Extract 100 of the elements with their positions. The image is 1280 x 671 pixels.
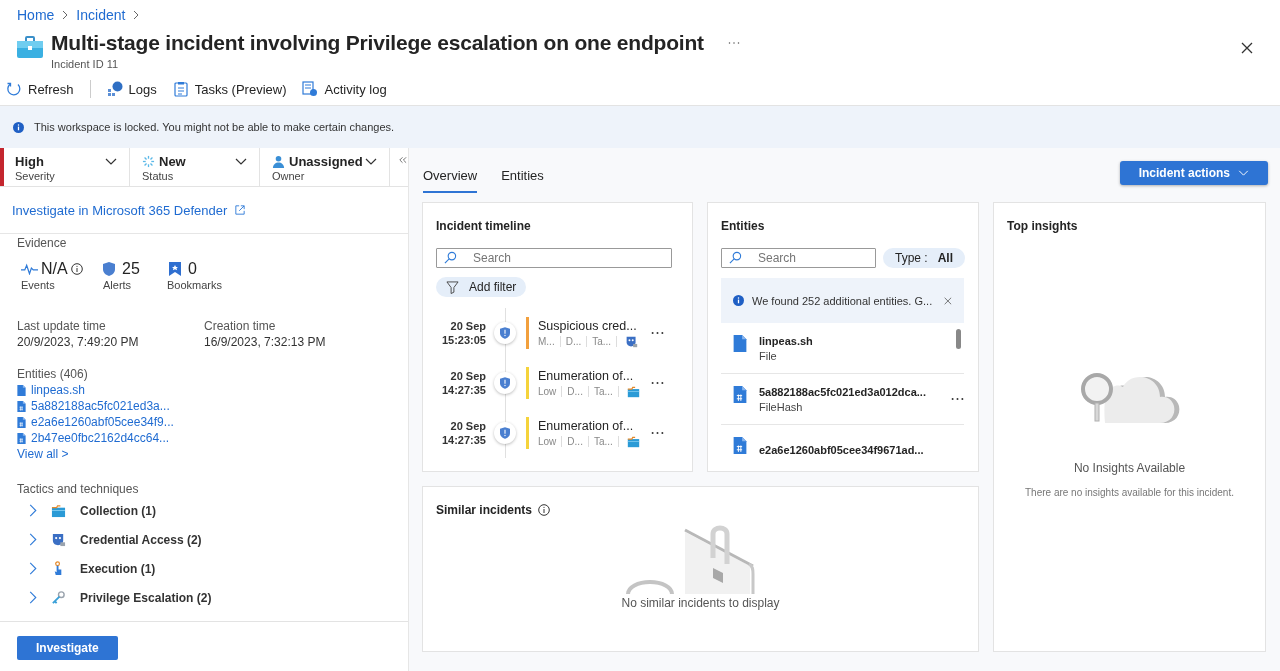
info-icon[interactable]	[538, 504, 551, 516]
entity-name[interactable]: 5a882188ac5fc021ed3a012dca...	[759, 385, 926, 398]
alert-date: 20 Sep	[450, 369, 486, 383]
time-label: Last update time	[17, 319, 107, 333]
tactic-label[interactable]: Collection (1)	[80, 503, 156, 518]
spinner-icon	[142, 155, 155, 168]
chevron-right-icon[interactable]	[29, 533, 37, 546]
chevron-right-icon[interactable]	[29, 562, 37, 575]
incident-actions-button[interactable]: Incident actions	[1119, 161, 1268, 185]
time-label: Creation time	[204, 319, 277, 333]
alert-meta: Ta...	[592, 335, 618, 347]
section-title: Tactics and techniques	[17, 482, 140, 496]
card-title: Entities	[721, 219, 766, 233]
clipboard-icon	[172, 81, 189, 97]
mask-icon	[51, 532, 66, 547]
scrollbar-thumb[interactable]	[956, 329, 961, 349]
shield-icon	[500, 327, 510, 339]
investigate-button[interactable]: Investigate	[17, 636, 118, 660]
chevron-down-icon	[1238, 170, 1249, 176]
search-field[interactable]: Search	[436, 248, 672, 268]
toolbar-button[interactable]: Tasks (Preview)	[172, 81, 287, 97]
filter-icon	[446, 280, 459, 294]
section-title: Evidence	[17, 236, 68, 250]
tab[interactable]: Overview	[423, 161, 478, 193]
empty-title: No similar incidents to display	[621, 596, 780, 610]
banner-text: We found 252 additional entities. G...	[752, 294, 933, 307]
person-icon	[272, 155, 285, 168]
search-field[interactable]: Search	[721, 248, 876, 268]
alert-title[interactable]: Enumeration of...	[538, 418, 643, 433]
shield-icon	[500, 377, 510, 389]
entity-name[interactable]: linpeas.sh	[759, 334, 813, 347]
tactic-label[interactable]: Privilege Escalation (2)	[80, 590, 212, 605]
tab[interactable]: Entities	[501, 161, 544, 193]
more-icon[interactable]	[651, 331, 664, 335]
breadcrumb-link[interactable]: Incident	[76, 7, 126, 23]
collapse-icon[interactable]	[398, 156, 407, 164]
entity-link[interactable]: linpeas.sh	[31, 383, 86, 397]
briefcase-icon	[17, 36, 43, 58]
toolbar-button[interactable]: Refresh	[6, 81, 74, 97]
more-icon[interactable]	[651, 431, 664, 435]
alert-time: 14:27:35	[441, 383, 486, 397]
chevron-right-icon[interactable]	[29, 591, 37, 604]
shield-icon	[500, 427, 510, 439]
alert-meta: Ta...	[593, 435, 619, 447]
dropdown-field[interactable]: High Severity	[0, 148, 130, 186]
chevron-down-icon	[235, 158, 247, 165]
entity-link[interactable]: 2b47ee0fbc2162d4cc64...	[31, 431, 170, 445]
toolbar-button[interactable]: Activity log	[302, 81, 387, 97]
stat-label: Bookmarks	[167, 279, 223, 291]
folder-icon	[51, 503, 66, 518]
info-icon[interactable]	[70, 263, 83, 275]
field-label: Severity	[15, 170, 56, 182]
logs-icon	[106, 81, 123, 97]
chevron-right-icon	[62, 10, 69, 20]
incident-id: Incident ID 11	[51, 58, 120, 70]
add-filter-button[interactable]: Add filter	[436, 277, 527, 297]
section-title: Entities (406)	[17, 367, 89, 381]
alert-title[interactable]: Enumeration of...	[538, 368, 643, 383]
field-value: New	[159, 154, 186, 169]
mask-icon	[625, 334, 639, 348]
tactic-label[interactable]: Credential Access (2)	[80, 532, 202, 547]
tactic-label[interactable]: Execution (1)	[80, 561, 156, 576]
toolbar-button[interactable]: Logs	[106, 81, 157, 97]
alert-meta: Low	[538, 385, 563, 397]
alert-meta: Low	[538, 435, 563, 447]
alert-meta: M...	[538, 335, 561, 347]
hash-file-icon	[733, 437, 747, 454]
view-all-link[interactable]: View all >	[17, 446, 408, 462]
alert-time: 14:27:35	[441, 433, 486, 447]
time-value: 16/9/2023, 7:32:13 PM	[204, 335, 327, 349]
entity-name[interactable]: e2a6e1260abf05cee34f9671ad...	[759, 444, 924, 456]
field-value: High	[15, 154, 44, 169]
type-filter-button[interactable]: Type : All	[882, 248, 965, 268]
breadcrumb-link[interactable]: Home	[17, 7, 55, 23]
more-icon[interactable]	[651, 381, 664, 385]
external-link-icon	[235, 205, 246, 215]
dropdown-field[interactable]: New Status	[130, 148, 260, 186]
alert-meta: D...	[565, 335, 588, 347]
key-icon	[51, 590, 66, 605]
card-title: Similar incidents	[436, 503, 533, 517]
entity-link[interactable]: 5a882188ac5fc021ed3a...	[31, 399, 170, 413]
dropdown-field[interactable]: Unassigned Owner	[260, 148, 390, 186]
shield-icon	[103, 262, 115, 276]
empty-text: There are no insights available for this incident.	[1025, 487, 1234, 498]
stat-value: N/A	[41, 260, 68, 278]
more-icon[interactable]	[951, 397, 964, 401]
empty-title: No Insights Available	[1073, 461, 1186, 475]
field-label: Owner	[272, 170, 306, 182]
stat-value: 25	[122, 260, 140, 278]
bookmark-icon	[169, 262, 181, 276]
entity-link[interactable]: e2a6e1260abf05cee34f9...	[31, 415, 174, 429]
close-icon[interactable]	[1241, 42, 1253, 54]
alert-title[interactable]: Suspicious cred...	[538, 318, 643, 333]
defender-link[interactable]: Investigate in Microsoft 365 Defender	[12, 202, 228, 218]
activity-log-icon	[302, 81, 319, 97]
chevron-right-icon	[133, 10, 140, 20]
folder-icon	[626, 434, 640, 448]
alert-meta: Ta...	[593, 385, 619, 397]
entity-type: File	[759, 349, 777, 362]
chevron-right-icon[interactable]	[29, 504, 37, 517]
